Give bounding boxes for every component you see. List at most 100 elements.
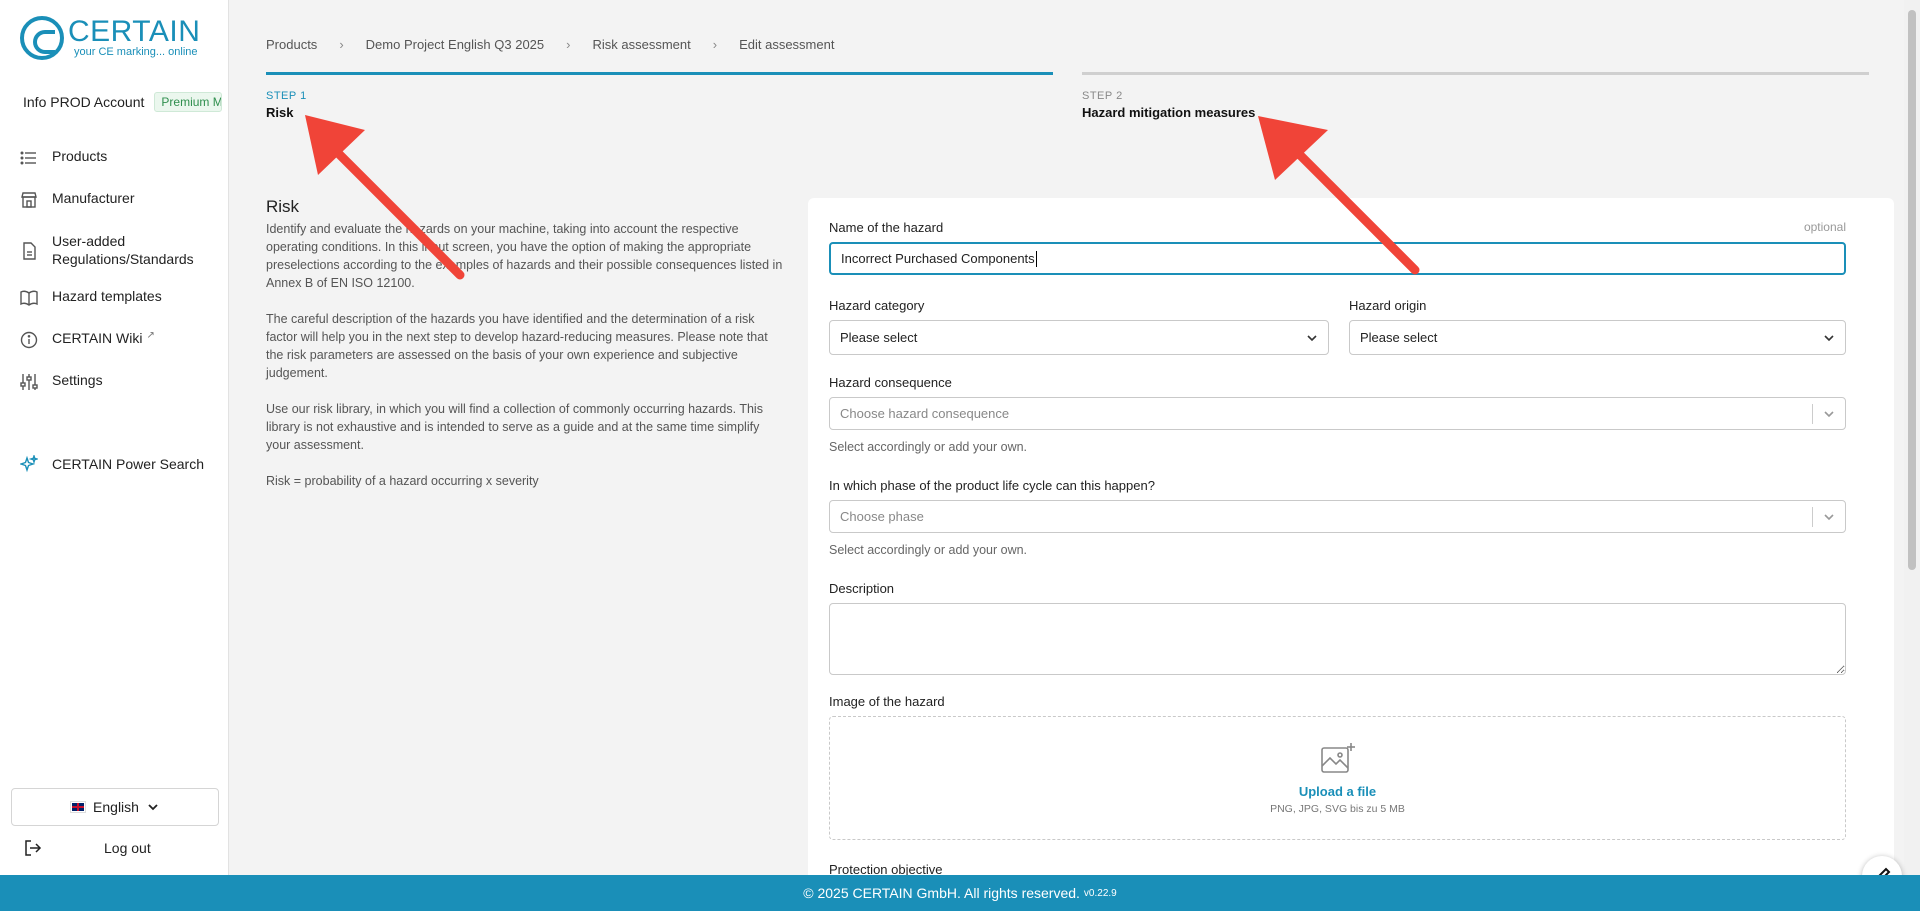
sidebar-item-products[interactable]: Products <box>0 148 229 190</box>
field-label: Name of the hazard <box>829 220 944 235</box>
chevron-right-icon: › <box>339 37 344 52</box>
logout-label: Log out <box>104 840 151 856</box>
breadcrumb-item[interactable]: Demo Project English Q3 2025 <box>366 37 544 52</box>
hazard-consequence-select[interactable]: Choose hazard consequence <box>829 397 1846 430</box>
sidebar-item-settings[interactable]: Settings <box>0 372 229 414</box>
field-label: In which phase of the product life cycle… <box>829 478 1155 493</box>
logo-icon <box>20 16 64 60</box>
select-value: Please select <box>1360 330 1438 345</box>
language-select[interactable]: English <box>11 788 219 826</box>
hazard-name-input[interactable]: Incorrect Purchased Components <box>829 242 1846 275</box>
plan-badge: Premium M <box>154 92 223 112</box>
upload-file-link[interactable]: Upload a file <box>1299 784 1376 799</box>
input-value: Incorrect Purchased Components <box>841 251 1035 266</box>
step-number: STEP 1 <box>266 90 307 102</box>
chevron-down-icon <box>148 804 158 811</box>
sidebar-item-label: Settings <box>52 372 103 388</box>
hazard-category-select[interactable]: Please select <box>829 320 1329 355</box>
info-icon <box>20 331 38 349</box>
field-label: Hazard category <box>829 298 925 313</box>
sidebar-item-label: Hazard templates <box>52 288 162 304</box>
select-value: Please select <box>840 330 918 345</box>
step-title: Risk <box>266 105 294 120</box>
sparkle-icon <box>20 455 38 473</box>
sidebar-item-hazard-templates[interactable]: Hazard templates <box>0 288 229 330</box>
field-label: Description <box>829 581 895 596</box>
version-label: v0.22.9 <box>1083 887 1117 899</box>
field-label: Hazard origin <box>1349 298 1427 313</box>
step-risk[interactable]: STEP 1 Risk <box>266 72 1053 120</box>
intro-paragraph: Identify and evaluate the hazards on you… <box>266 222 783 290</box>
upload-hint: PNG, JPG, SVG bis zu 5 MB <box>1270 802 1405 815</box>
store-icon <box>21 192 37 208</box>
lifecycle-phase-field: In which phase of the product life cycle… <box>829 478 1846 557</box>
brand-name: CERTAIN <box>68 15 201 48</box>
sidebar-item-regulations[interactable]: User-added Regulations/Standards <box>0 232 229 288</box>
optional-hint: optional <box>1803 220 1846 234</box>
hazard-image-field: Image of the hazard Upload a file PNG, J… <box>829 694 1846 840</box>
logout-button[interactable]: Log out <box>22 838 212 858</box>
chevron-down-icon <box>1307 334 1317 341</box>
risk-intro: Risk Identify and evaluate the hazards o… <box>266 198 786 508</box>
chevron-right-icon: › <box>566 37 571 52</box>
page-scrollbar[interactable] <box>1904 0 1920 875</box>
image-upload-dropzone[interactable]: Upload a file PNG, JPG, SVG bis zu 5 MB <box>829 716 1846 840</box>
add-image-icon <box>1320 742 1355 773</box>
language-label: English <box>93 799 139 815</box>
step-progress-bar <box>1082 72 1869 75</box>
sidebar-nav: Products Manufacturer User-added Regulat… <box>0 148 229 414</box>
select-placeholder: Choose phase <box>840 509 924 524</box>
hazard-name-field: Name of the hazard optional Incorrect Pu… <box>829 220 1846 275</box>
chevron-down-icon <box>1824 513 1834 520</box>
hazard-origin-select[interactable]: Please select <box>1349 320 1846 355</box>
breadcrumb: Products › Demo Project English Q3 2025 … <box>266 37 834 52</box>
description-field: Description <box>829 581 1846 680</box>
intro-paragraph: The careful description of the hazards y… <box>266 312 768 380</box>
breadcrumb-item[interactable]: Risk assessment <box>592 37 690 52</box>
hazard-category-field: Hazard category Please select <box>829 298 1329 355</box>
account-name: Info PROD Account <box>23 94 145 110</box>
list-icon <box>20 151 36 165</box>
step-title: Hazard mitigation measures <box>1082 105 1256 120</box>
sidebar-item-wiki[interactable]: CERTAIN Wiki ↗ <box>0 330 229 372</box>
breadcrumb-item[interactable]: Products <box>266 37 317 52</box>
footer: © 2025 CERTAIN GmbH. All rights reserved… <box>0 875 1920 911</box>
scrollbar-thumb[interactable] <box>1908 10 1916 570</box>
field-hint: Select accordingly or add your own. <box>829 543 1028 557</box>
field-label: Hazard consequence <box>829 375 952 390</box>
chevron-right-icon: › <box>712 37 718 52</box>
copyright-text: © 2025 CERTAIN GmbH. All rights reserved… <box>803 885 1080 901</box>
step-number: STEP 2 <box>1082 90 1123 102</box>
chevron-down-icon <box>1824 334 1834 341</box>
field-hint: Select accordingly or add your own. <box>829 440 1028 454</box>
sidebar-item-label: Products <box>52 148 108 164</box>
certain-logo[interactable]: CERTAIN your CE marking... online <box>20 16 200 60</box>
account-info: Info PROD Account Premium M <box>23 92 223 112</box>
chevron-down-icon <box>1824 410 1834 417</box>
sidebar-item-label: Manufacturer <box>52 190 135 206</box>
sliders-icon <box>20 374 38 390</box>
field-label: Image of the hazard <box>829 694 945 709</box>
step-progress-bar <box>266 72 1053 75</box>
lifecycle-phase-select[interactable]: Choose phase <box>829 500 1846 533</box>
hazard-consequence-field: Hazard consequence Choose hazard consequ… <box>829 375 1846 454</box>
intro-paragraph: Use our risk library, in which you will … <box>266 402 763 452</box>
text-caret <box>1035 250 1037 267</box>
sidebar-item-label: User-added Regulations/Standards <box>52 233 194 267</box>
select-placeholder: Choose hazard consequence <box>840 406 1010 421</box>
description-textarea[interactable] <box>829 603 1846 675</box>
step-hazard-mitigation[interactable]: STEP 2 Hazard mitigation measures <box>1082 72 1869 120</box>
power-search-link[interactable]: CERTAIN Power Search <box>20 455 204 473</box>
book-icon <box>20 290 38 306</box>
intro-paragraph: Risk = probability of a hazard occurring… <box>266 474 539 488</box>
power-search-label: CERTAIN Power Search <box>52 456 204 472</box>
brand-tagline: your CE marking... online <box>74 46 198 58</box>
section-heading: Risk <box>266 197 300 216</box>
sidebar: CERTAIN your CE marking... online Info P… <box>0 0 229 875</box>
document-icon <box>23 242 36 260</box>
external-link-icon: ↗ <box>146 330 155 341</box>
hazard-form: Name of the hazard optional Incorrect Pu… <box>808 198 1894 888</box>
sidebar-item-manufacturer[interactable]: Manufacturer <box>0 190 229 232</box>
logout-icon <box>25 840 42 856</box>
sidebar-item-label: CERTAIN Wiki <box>52 330 143 346</box>
